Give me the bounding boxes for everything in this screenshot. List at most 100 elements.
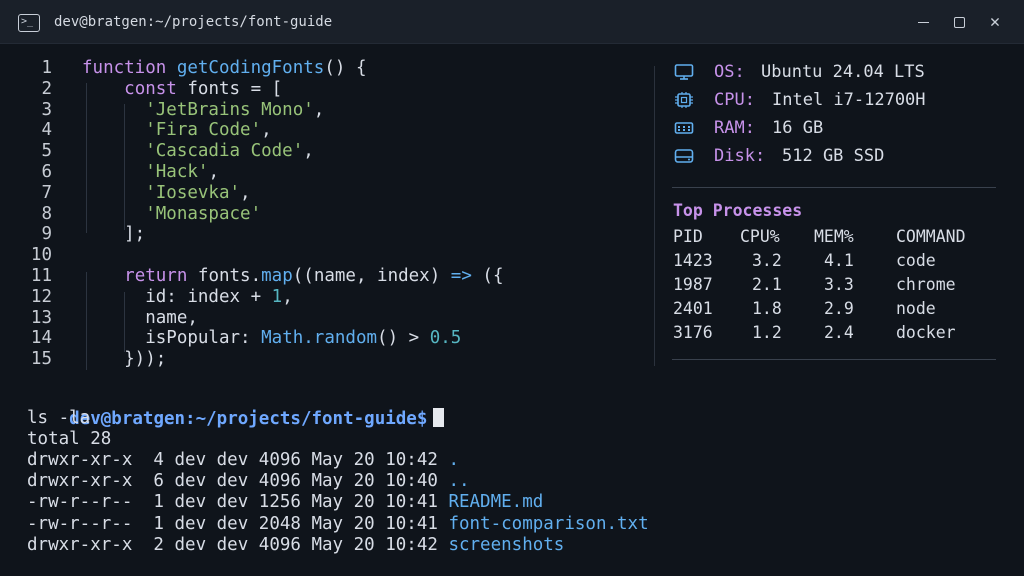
code-line: 13 name,	[0, 308, 640, 329]
line-number: 1	[41, 58, 52, 78]
line-number: 3	[41, 99, 52, 120]
ls-entry-meta: drwxr-xr-x 4 dev dev 4096 May 20 10:42	[27, 450, 449, 470]
code-line: 14 isPopular: Math.random() > 0.5	[0, 328, 640, 349]
os-value: Ubuntu 24.04 LTS	[761, 62, 925, 82]
process-cell: 1.8	[752, 299, 782, 318]
disk-icon	[674, 149, 694, 163]
ls-entry-meta: drwxr-xr-x 6 dev dev 4096 May 20 10:40	[27, 471, 449, 492]
code-token: ,	[282, 286, 293, 307]
line-source: 'Monaspace'	[82, 204, 261, 225]
terminal-icon: >_	[18, 14, 40, 32]
code-token: 'JetBrains Mono'	[145, 99, 314, 120]
ram-value: 16 GB	[772, 118, 824, 138]
code-token: const	[124, 78, 177, 99]
minimize-icon	[917, 21, 929, 24]
line-source: return fonts.map((name, index) => ({	[82, 266, 503, 287]
code-token: name,	[82, 307, 198, 328]
code-token: isPopular:	[82, 328, 262, 349]
code-token: ,	[261, 120, 272, 141]
code-token: 1	[271, 286, 283, 307]
code-token: ({	[471, 266, 504, 286]
window-title: dev@bratgen:~/projects/font-guide	[54, 14, 333, 30]
shell-prompt-line[interactable]: dev@bratgen:~/projects/font-guide$	[27, 387, 445, 429]
line-number: 5	[41, 141, 52, 162]
code-line: 15 }));	[0, 349, 640, 370]
ls-entry: drwxr-xr-x 4 dev dev 4096 May 20 10:42 .	[27, 450, 459, 471]
sysinfo-separator	[672, 187, 996, 188]
process-cell: code	[896, 251, 936, 270]
code-token: id: index +	[82, 286, 272, 307]
line-number: 11	[30, 266, 52, 286]
code-token: fonts.	[187, 266, 262, 286]
processes-separator	[672, 359, 996, 360]
line-source: function getCodingFonts() {	[82, 58, 367, 79]
process-cell: 2.4	[824, 323, 854, 342]
disk-value: 512 GB SSD	[782, 146, 885, 166]
code-token: ,	[240, 182, 251, 203]
code-line: 9 ];	[0, 224, 640, 245]
line-source: }));	[82, 349, 166, 370]
shell-command: ls -la	[27, 408, 91, 428]
close-icon: ✕	[989, 12, 1001, 32]
ls-entry-name[interactable]: screenshots	[448, 535, 564, 555]
line-number: 9	[41, 224, 52, 245]
code-line: 7 'Iosevka',	[0, 183, 640, 204]
maximize-button[interactable]	[948, 12, 970, 32]
code-token: ,	[313, 99, 325, 120]
line-source: 'Cascadia Code',	[82, 141, 314, 162]
process-cell: 1987	[673, 275, 713, 294]
line-source: isPopular: Math.random() > 0.5	[82, 328, 461, 349]
process-cell: 3.3	[824, 275, 854, 294]
minimize-button[interactable]	[912, 12, 934, 32]
title-bar[interactable]: >_ dev@bratgen:~/projects/font-guide ✕	[0, 0, 1024, 44]
code-line: 8 'Monaspace'	[0, 204, 640, 225]
os-label: OS:	[714, 62, 745, 82]
code-token: =>	[450, 266, 472, 286]
code-token: 'Iosevka'	[145, 182, 241, 203]
line-number: 13	[30, 307, 52, 328]
line-number: 6	[41, 162, 52, 182]
ls-entry-meta: -rw-r--r-- 1 dev dev 1256 May 20 10:41	[27, 492, 449, 513]
process-cell: 1423	[673, 251, 713, 270]
ls-entry-name[interactable]: font-comparison.txt	[448, 514, 648, 534]
line-source: 'Fira Code',	[82, 120, 272, 141]
close-button[interactable]: ✕	[984, 12, 1006, 32]
process-cell: 1.2	[752, 323, 782, 342]
code-token: map	[261, 266, 293, 286]
process-cell: 2.9	[824, 299, 854, 318]
processes-header: COMMAND	[896, 227, 966, 246]
code-token: () {	[324, 58, 367, 78]
line-source: id: index + 1,	[82, 287, 293, 308]
code-token: function	[82, 58, 177, 78]
ls-entry-name[interactable]: ..	[448, 471, 469, 491]
line-source: const fonts = [	[82, 79, 282, 100]
cpu-value: Intel i7-12700H	[772, 90, 926, 110]
panel-divider	[654, 66, 655, 366]
code-editor[interactable]: 1 function getCodingFonts() {2 const font…	[0, 56, 640, 370]
ls-entry-name[interactable]: README.md	[448, 492, 543, 512]
line-number: 14	[30, 328, 52, 349]
line-number: 2	[41, 78, 52, 99]
process-cell: 2.1	[752, 275, 782, 294]
processes-title: Top Processes	[673, 201, 803, 220]
code-line: 1 function getCodingFonts() {	[0, 58, 640, 79]
line-number: 10	[30, 245, 52, 266]
code-line: 2 const fonts = [	[0, 79, 640, 100]
line-number: 12	[30, 286, 52, 307]
code-token: getCodingFonts	[176, 58, 325, 78]
line-number: 8	[41, 203, 52, 224]
code-token: 'Hack'	[145, 162, 209, 182]
ls-entry-name[interactable]: .	[448, 450, 459, 470]
code-token: ,	[208, 162, 219, 182]
code-line: 4 'Fira Code',	[0, 120, 640, 141]
process-cell: node	[896, 299, 936, 318]
line-source: 'Hack',	[82, 162, 219, 183]
code-token: 'Fira Code'	[145, 120, 262, 141]
code-line: 11 return fonts.map((name, index) => ({	[0, 266, 640, 287]
process-cell: 2401	[673, 299, 713, 318]
code-token: fonts = [	[176, 78, 283, 99]
